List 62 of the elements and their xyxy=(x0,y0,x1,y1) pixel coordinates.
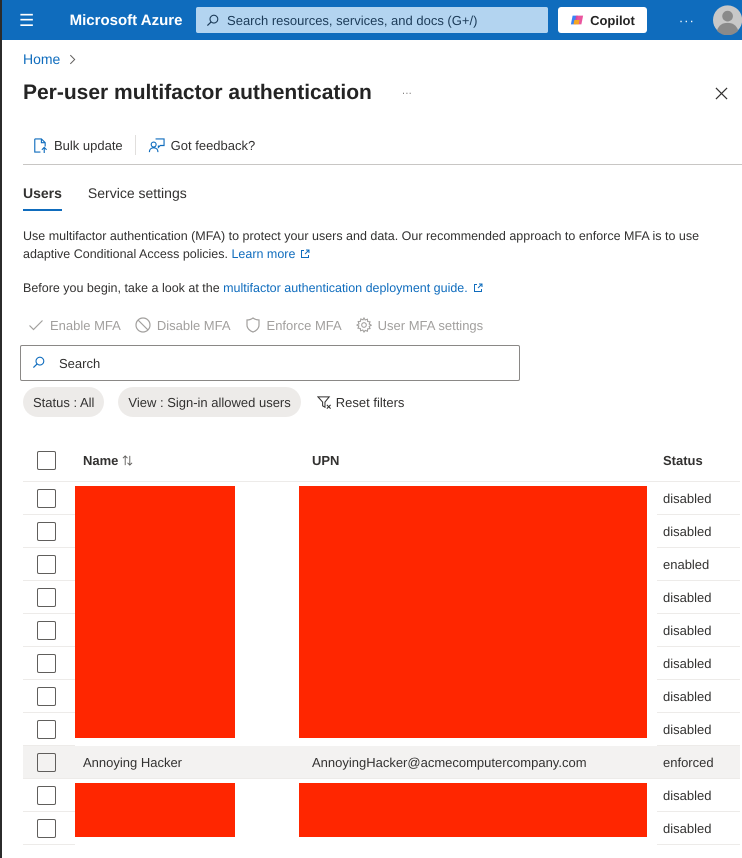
table-cell: disabled xyxy=(663,524,712,538)
close-icon[interactable] xyxy=(715,86,728,100)
filter-clear-icon xyxy=(316,394,332,410)
more-button[interactable]: ··· xyxy=(672,12,701,28)
row-checkbox[interactable] xyxy=(37,488,56,508)
sort-icon[interactable] xyxy=(122,454,134,466)
document-upload-icon xyxy=(31,136,48,154)
global-search-field[interactable]: Search resources, services, and docs (G+/) xyxy=(196,7,548,33)
table-cell: disabled xyxy=(663,722,712,736)
chevron-icon xyxy=(69,54,76,64)
row-checkbox[interactable] xyxy=(37,818,56,838)
table-cell: disabled xyxy=(663,688,712,704)
table-cell: disabled xyxy=(663,820,712,836)
row-checkbox[interactable] xyxy=(37,522,56,540)
tab[interactable]: Users xyxy=(23,177,62,211)
copilot-button[interactable]: Copilot xyxy=(558,7,647,33)
search-field[interactable]: Search xyxy=(20,345,520,381)
row-checkbox[interactable] xyxy=(37,654,56,672)
menu-button[interactable]: ☰ xyxy=(2,10,51,30)
row-checkbox[interactable] xyxy=(37,786,56,804)
table-cell: disabled xyxy=(663,490,712,506)
page-title: Per-user multifactor authentication xyxy=(23,81,372,105)
table-cell: disabled xyxy=(663,656,712,670)
row-checkbox[interactable] xyxy=(37,620,56,640)
row-checkbox[interactable] xyxy=(37,752,56,772)
table-cell: enforced xyxy=(663,754,714,770)
block-icon xyxy=(134,317,151,333)
command-button[interactable]: Got feedback? xyxy=(140,136,264,154)
row-checkbox[interactable] xyxy=(37,554,56,574)
column-header[interactable]: Name xyxy=(83,452,118,468)
command-button[interactable]: Bulk update xyxy=(23,136,131,154)
more-button[interactable]: ··· xyxy=(396,86,418,100)
row-checkbox[interactable] xyxy=(37,686,56,706)
table-cell: disabled xyxy=(663,788,712,802)
table-cell: AnnoyingHacker@acmecomputercompany.com xyxy=(312,754,587,770)
row-checkbox[interactable] xyxy=(37,588,56,606)
copilot-icon xyxy=(570,13,584,27)
table-cell: Annoying Hacker xyxy=(83,754,182,770)
select-all-checkbox[interactable] xyxy=(37,450,56,470)
table-cell: disabled xyxy=(663,622,712,638)
gear-icon xyxy=(356,317,372,333)
column-header: Status xyxy=(663,452,703,468)
brand-name[interactable]: Microsoft Azure xyxy=(70,12,196,28)
feedback-icon xyxy=(148,136,165,154)
learn-more-link[interactable]: Learn more xyxy=(231,247,310,261)
column-header: UPN xyxy=(312,452,340,468)
external-link-icon xyxy=(472,283,483,293)
avatar-icon[interactable] xyxy=(712,5,742,35)
intro-text: Use multifactor authentication (MFA) to protect your users and data. Our recommended approach to enforce MFA is to use adaptive Conditional Access policies. Learn more xyxy=(23,228,700,263)
row-checkbox[interactable] xyxy=(37,720,56,738)
table-cell: enabled xyxy=(663,556,710,572)
filter-pill[interactable]: View : Sign-in allowed users xyxy=(118,387,301,417)
reset-filters-button[interactable]: Reset filters xyxy=(310,394,410,410)
deployment-guide-link[interactable]: multifactor authentication deployment guide. xyxy=(223,281,483,295)
tab[interactable]: Service settings xyxy=(88,177,187,211)
breadcrumb-link[interactable]: Home xyxy=(23,51,60,67)
table-cell: disabled xyxy=(663,590,712,604)
filter-pill[interactable]: Status : All xyxy=(23,387,104,417)
shield-icon xyxy=(244,317,261,333)
checkmark-icon xyxy=(28,317,44,333)
external-link-icon xyxy=(300,249,310,259)
guide-text: Before you begin, take a look at the multifactor authentication deployment guide. xyxy=(23,279,742,297)
